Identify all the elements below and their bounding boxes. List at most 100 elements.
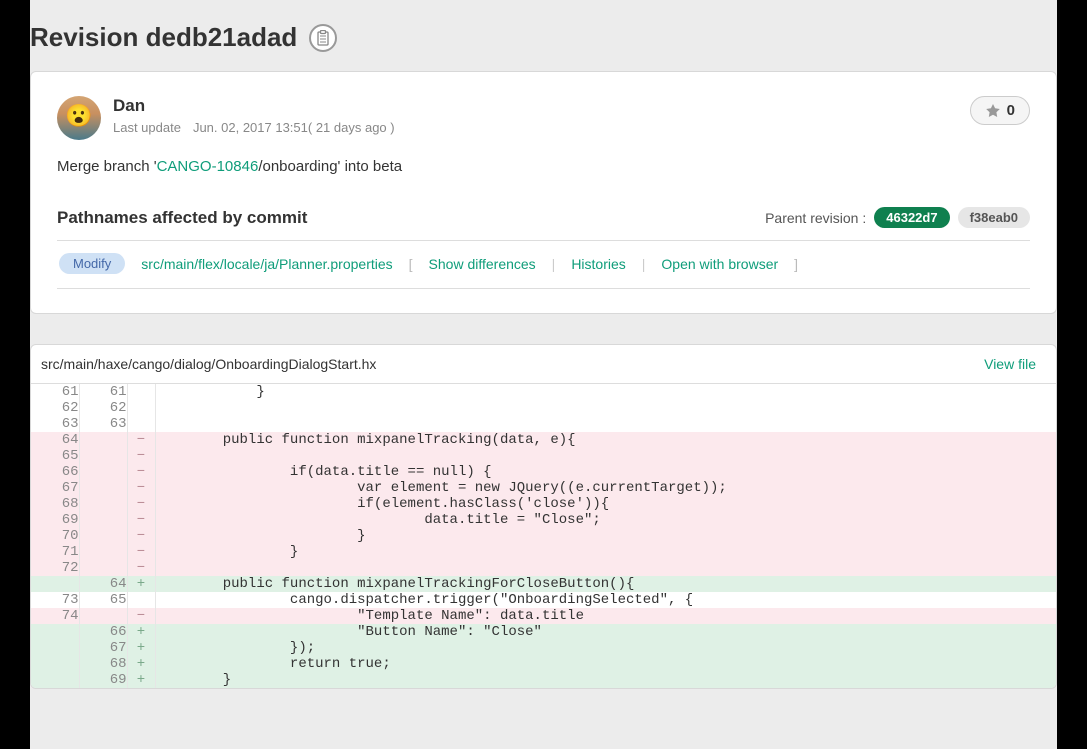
bracket-close: ] (794, 256, 798, 272)
new-line-number[interactable] (79, 464, 127, 480)
diff-sign (127, 416, 155, 432)
old-line-number[interactable] (31, 624, 79, 640)
diff-sign: + (127, 640, 155, 656)
diff-row: 70 − } (31, 528, 1056, 544)
old-line-number[interactable]: 65 (31, 448, 79, 464)
diff-row: 64+ public function mixpanelTrackingForC… (31, 576, 1056, 592)
page-header: Revision dedb21adad (30, 0, 1057, 71)
diff-code: public function mixpanelTrackingForClose… (155, 576, 1056, 592)
new-line-number[interactable]: 64 (79, 576, 127, 592)
diff-row: 64− public function mixpanelTracking(dat… (31, 432, 1056, 448)
new-line-number[interactable]: 66 (79, 624, 127, 640)
new-line-number[interactable]: 61 (79, 384, 127, 400)
diff-code: data.title = "Close"; (155, 512, 1056, 528)
last-update-label: Last update (113, 120, 181, 135)
diff-sign: − (127, 432, 155, 448)
new-line-number[interactable]: 68 (79, 656, 127, 672)
diff-code (155, 400, 1056, 416)
commit-message-suffix: /onboarding' into beta (258, 158, 402, 175)
diff-code (155, 416, 1056, 432)
old-line-number[interactable]: 64 (31, 432, 79, 448)
diff-sign: − (127, 560, 155, 576)
new-line-number[interactable] (79, 544, 127, 560)
new-line-number[interactable]: 65 (79, 592, 127, 608)
parent-revision-pill[interactable]: 46322d7 (874, 207, 949, 228)
commit-message: Merge branch 'CANGO-10846/onboarding' in… (57, 158, 1030, 175)
diff-sign: − (127, 496, 155, 512)
avatar[interactable] (57, 96, 101, 140)
diff-sign (127, 384, 155, 400)
modify-badge: Modify (59, 253, 125, 274)
diff-code (155, 448, 1056, 464)
old-line-number[interactable]: 73 (31, 592, 79, 608)
new-line-number[interactable] (79, 528, 127, 544)
diff-sign: + (127, 576, 155, 592)
diff-code: } (155, 672, 1056, 688)
diff-sign: − (127, 512, 155, 528)
show-differences-link[interactable]: Show differences (429, 256, 536, 272)
diff-row: 6363 (31, 416, 1056, 432)
copy-revision-button[interactable] (309, 24, 337, 52)
diff-row: 69 − data.title = "Close"; (31, 512, 1056, 528)
old-line-number[interactable]: 74 (31, 608, 79, 624)
old-line-number[interactable]: 66 (31, 464, 79, 480)
affected-file-path[interactable]: src/main/flex/locale/ja/Planner.properti… (141, 256, 392, 272)
old-line-number[interactable]: 72 (31, 560, 79, 576)
old-line-number[interactable] (31, 656, 79, 672)
ticket-link[interactable]: CANGO-10846 (157, 158, 259, 175)
diff-row: 7365 cango.dispatcher.trigger("Onboardin… (31, 592, 1056, 608)
old-line-number[interactable]: 62 (31, 400, 79, 416)
new-line-number[interactable] (79, 512, 127, 528)
last-update-value: Jun. 02, 2017 13:51( 21 days ago ) (193, 120, 395, 135)
diff-row: 67− var element = new JQuery((e.currentT… (31, 480, 1056, 496)
new-line-number[interactable] (79, 496, 127, 512)
diff-code: }); (155, 640, 1056, 656)
diff-sign: − (127, 528, 155, 544)
commit-author: Dan Last update Jun. 02, 2017 13:51( 21 d… (57, 96, 395, 140)
view-file-link[interactable]: View file (984, 356, 1036, 372)
new-line-number[interactable] (79, 448, 127, 464)
parent-revision-pill[interactable]: f38eab0 (958, 207, 1030, 228)
diff-code: } (155, 528, 1056, 544)
new-line-number[interactable]: 69 (79, 672, 127, 688)
old-line-number[interactable] (31, 672, 79, 688)
new-line-number[interactable]: 67 (79, 640, 127, 656)
old-line-number[interactable] (31, 576, 79, 592)
open-with-browser-link[interactable]: Open with browser (661, 256, 778, 272)
diff-code: if(data.title == null) { (155, 464, 1056, 480)
histories-link[interactable]: Histories (571, 256, 625, 272)
diff-row: 66+ "Button Name": "Close" (31, 624, 1056, 640)
diff-sign: − (127, 544, 155, 560)
parent-revisions: Parent revision : 46322d7 f38eab0 (765, 207, 1030, 228)
commit-message-prefix: Merge branch ' (57, 158, 157, 175)
star-button[interactable]: 0 (970, 96, 1030, 125)
pathnames-title: Pathnames affected by commit (57, 208, 307, 228)
old-line-number[interactable]: 61 (31, 384, 79, 400)
old-line-number[interactable]: 70 (31, 528, 79, 544)
diff-row: 6161 } (31, 384, 1056, 400)
diff-code: "Template Name": data.title (155, 608, 1056, 624)
old-line-number[interactable] (31, 640, 79, 656)
old-line-number[interactable]: 63 (31, 416, 79, 432)
new-line-number[interactable]: 63 (79, 416, 127, 432)
diff-row: 74 − "Template Name": data.title (31, 608, 1056, 624)
new-line-number[interactable] (79, 560, 127, 576)
diff-code: var element = new JQuery((e.currentTarge… (155, 480, 1056, 496)
diff-row: 68+ return true; (31, 656, 1056, 672)
old-line-number[interactable]: 67 (31, 480, 79, 496)
diff-sign: − (127, 608, 155, 624)
new-line-number[interactable] (79, 432, 127, 448)
diff-code: } (155, 544, 1056, 560)
new-line-number[interactable] (79, 480, 127, 496)
new-line-number[interactable]: 62 (79, 400, 127, 416)
diff-row: 71 − } (31, 544, 1056, 560)
old-line-number[interactable]: 71 (31, 544, 79, 560)
diff-table: 6161 }6262636364− public function mixpan… (31, 384, 1056, 688)
author-name[interactable]: Dan (113, 96, 395, 116)
diff-code: cango.dispatcher.trigger("OnboardingSele… (155, 592, 1056, 608)
old-line-number[interactable]: 68 (31, 496, 79, 512)
new-line-number[interactable] (79, 608, 127, 624)
diff-code: return true; (155, 656, 1056, 672)
diff-row: 72 − (31, 560, 1056, 576)
old-line-number[interactable]: 69 (31, 512, 79, 528)
